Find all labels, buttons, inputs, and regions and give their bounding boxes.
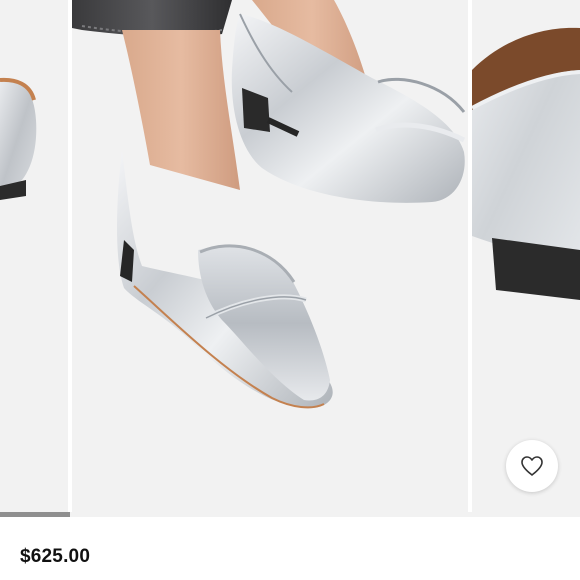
gallery-progress-bar [0, 512, 580, 517]
product-image-next[interactable] [472, 0, 580, 512]
product-image-main[interactable] [72, 0, 468, 512]
product-screen: $625.00 [0, 0, 580, 580]
loafer-side-photo [472, 27, 580, 300]
product-image-carousel[interactable] [0, 0, 580, 512]
silver-loafer-photo [72, 0, 466, 409]
gallery-progress-fill [0, 512, 70, 517]
product-price: $625.00 [20, 546, 91, 567]
product-image-previous[interactable] [0, 0, 68, 512]
heart-outline-icon [520, 455, 544, 477]
loafer-heel-photo [0, 77, 37, 200]
favorite-button[interactable] [506, 440, 558, 492]
